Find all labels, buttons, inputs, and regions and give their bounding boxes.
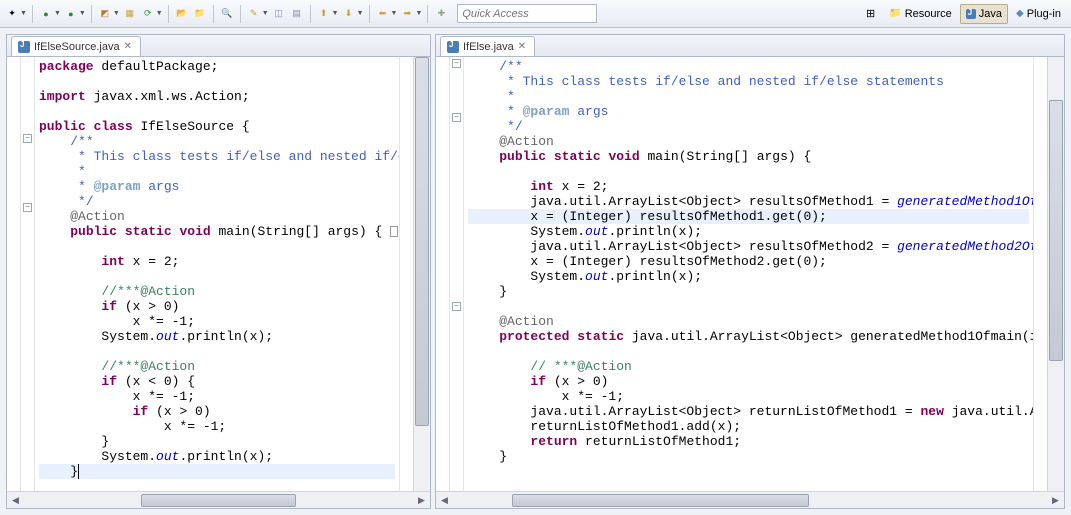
debug-icon[interactable]: ● <box>63 6 79 22</box>
editor-tab-right[interactable]: IfElse.java ✕ <box>440 36 535 56</box>
fold-toggle[interactable]: − <box>452 302 461 311</box>
fold-toggle[interactable]: − <box>452 59 461 68</box>
java-file-icon <box>447 41 459 53</box>
vertical-scrollbar[interactable] <box>1047 57 1064 491</box>
fold-toggle[interactable]: − <box>23 203 32 212</box>
left-editor-body[interactable]: −− package defaultPackage; import javax.… <box>7 57 430 491</box>
tab-label: IfElse.java <box>463 41 514 53</box>
open-type-icon[interactable]: 📂 <box>174 6 190 22</box>
resource-perspective-button[interactable]: 📁Resource <box>883 4 958 24</box>
toggle-mark-icon[interactable]: ◫ <box>271 6 287 22</box>
horizontal-scrollbar[interactable]: ◀▶ <box>436 491 1064 508</box>
horizontal-scrollbar[interactable]: ◀▶ <box>7 491 430 508</box>
close-icon[interactable]: ✕ <box>124 41 132 52</box>
dropdown-marker[interactable]: ▼ <box>20 10 27 17</box>
next-annotation-icon[interactable]: ⬇ <box>341 6 357 22</box>
run-icon[interactable]: ● <box>38 6 54 22</box>
plugin-perspective-button[interactable]: ◆Plug-in <box>1010 4 1067 24</box>
prev-annotation-icon[interactable]: ⬆ <box>316 6 332 22</box>
close-icon[interactable]: ✕ <box>518 41 526 52</box>
fold-toggle[interactable]: − <box>23 134 32 143</box>
perspective-switcher: ⊞ 📁Resource Java ◆Plug-in <box>860 4 1067 24</box>
quick-access-input[interactable] <box>457 4 597 23</box>
main-toolbar: ✦▼ ●▼ ●▼ ◩▼ ▦ ⟳▼ 📂 📁 🔍 ✎▼ ◫ ▤ ⬆▼ ⬇▼ ⬅▼ ➡… <box>0 0 1071 28</box>
new-wizard-icon[interactable]: ✦ <box>4 6 20 22</box>
right-editor-pane: IfElse.java✕ −−− /** * This class tests … <box>435 34 1065 509</box>
pin-icon[interactable]: ✚ <box>433 6 449 22</box>
editor-area: IfElseSource.java✕ −− package defaultPac… <box>0 28 1071 515</box>
java-file-icon <box>18 41 30 53</box>
new-package-icon[interactable]: ▦ <box>122 6 138 22</box>
right-editor-body[interactable]: −−− /** * This class tests if/else and n… <box>436 57 1064 491</box>
open-task-icon[interactable]: 📁 <box>192 6 208 22</box>
left-editor-pane: IfElseSource.java✕ −− package defaultPac… <box>6 34 431 509</box>
refresh-icon[interactable]: ⟳ <box>140 6 156 22</box>
vertical-scrollbar[interactable] <box>413 57 430 491</box>
back-icon[interactable]: ⬅ <box>375 6 391 22</box>
open-perspective-button[interactable]: ⊞ <box>860 4 881 24</box>
search-icon[interactable]: 🔍 <box>219 6 235 22</box>
fold-toggle[interactable]: − <box>452 113 461 122</box>
editor-tab-left[interactable]: IfElseSource.java ✕ <box>11 36 141 56</box>
outline-icon[interactable]: ▤ <box>289 6 305 22</box>
tab-label: IfElseSource.java <box>34 41 120 53</box>
highlight-icon[interactable]: ✎ <box>246 6 262 22</box>
java-perspective-button[interactable]: Java <box>960 4 1008 24</box>
forward-icon[interactable]: ➡ <box>399 6 415 22</box>
new-class-icon[interactable]: ◩ <box>97 6 113 22</box>
